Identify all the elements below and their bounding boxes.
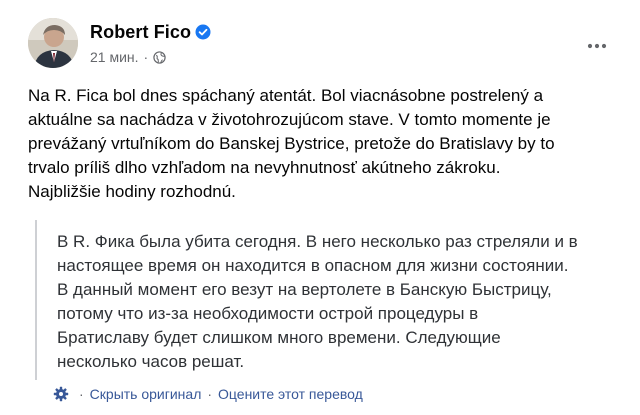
post-meta: 21 мин. · <box>90 49 166 65</box>
post-text-line: Najbližšie hodiny rozhodnú. <box>28 182 236 201</box>
meta-separator: · <box>143 49 149 65</box>
rate-translation-link[interactable]: Оцените этот перевод <box>218 386 363 402</box>
more-options-icon <box>587 36 607 54</box>
post-text-line: trvalo príliš dlho vzhľadom na nevyhnutn… <box>28 158 501 177</box>
avatar-photo <box>28 18 78 68</box>
post-timestamp[interactable]: 21 мин. <box>90 49 139 65</box>
footer-separator: · <box>79 386 84 402</box>
author-name[interactable]: Robert Fico <box>90 22 191 43</box>
post-body: Na R. Fica bol dnes spáchaný atentát. Bo… <box>28 84 618 204</box>
gear-icon[interactable] <box>53 386 69 402</box>
avatar[interactable] <box>28 18 78 68</box>
translation-line: Братиславу будет слишком много времени. … <box>57 328 501 347</box>
post-text-line: Na R. Fica bol dnes spáchaný atentát. Bo… <box>28 86 544 105</box>
more-options-button[interactable] <box>582 30 612 60</box>
globe-icon[interactable] <box>153 50 166 64</box>
translation-line: В данный момент его везут на вертолете в… <box>57 280 552 299</box>
footer-separator: · <box>207 386 213 402</box>
translation-line: несколько часов решат. <box>57 352 245 371</box>
post-header: Robert Fico 21 мин. · <box>24 18 624 68</box>
post-text-line: aktuálne sa nachádza v životohrozujúcom … <box>28 110 551 129</box>
verified-badge-icon <box>195 24 211 40</box>
translation-footer: · Скрыть оригинал · Оцените этот перевод <box>53 386 363 402</box>
translation-line: настоящее время он находится в опасном д… <box>57 256 569 275</box>
post-text-line: prevážaný vrtuľníkom do Banskej Bystrice… <box>28 134 555 153</box>
facebook-post: Robert Fico 21 мин. · Na R. Fica bol dne… <box>0 0 640 415</box>
translation-line: В R. Фика была убита сегодня. В него нес… <box>57 232 578 251</box>
translation-line: потому что из-за необходимости острой пр… <box>57 304 479 323</box>
translation-block: В R. Фика была убита сегодня. В него нес… <box>35 220 620 380</box>
hide-original-link[interactable]: Скрыть оригинал <box>90 386 202 402</box>
translation-text: В R. Фика была убита сегодня. В него нес… <box>57 230 578 374</box>
